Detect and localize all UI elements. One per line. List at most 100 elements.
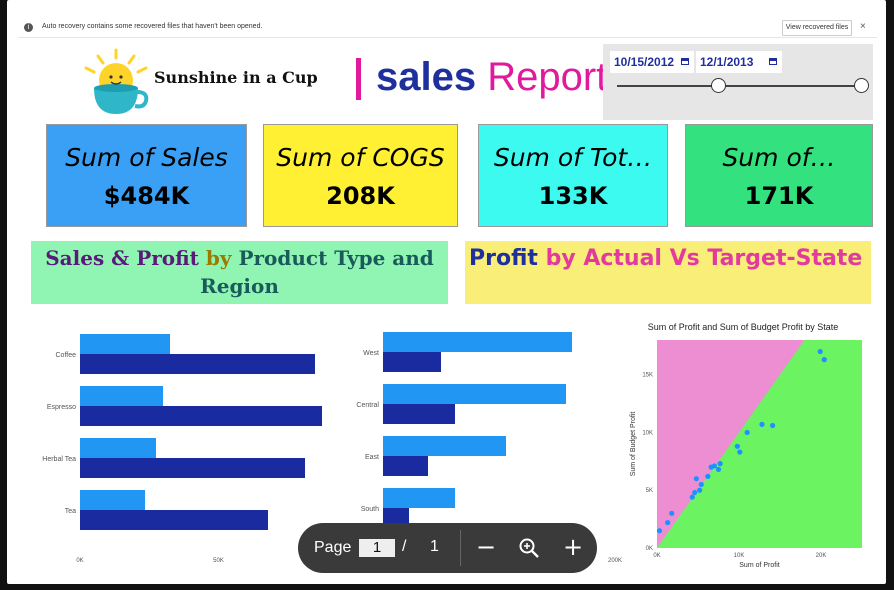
y-tick-label: 5K xyxy=(646,488,653,494)
data-point xyxy=(821,357,827,363)
page-separator: / xyxy=(402,538,407,555)
kpi-card-total: Sum of Tot… 133K xyxy=(478,124,668,227)
bar xyxy=(80,438,156,458)
start-date-input[interactable]: 10/15/2012 xyxy=(610,51,694,73)
page-label: Page xyxy=(314,539,352,556)
data-point xyxy=(665,519,671,526)
title-part2: Report xyxy=(487,55,608,99)
data-point xyxy=(734,443,740,449)
section-header-actual-vs-target: Profit by Actual Vs Target-State xyxy=(465,241,871,304)
end-date-value: 12/1/2013 xyxy=(700,55,754,69)
y-tick-label: 0K xyxy=(646,546,653,552)
category-label: Espresso xyxy=(46,404,76,411)
data-point xyxy=(705,473,711,479)
data-point xyxy=(697,487,703,493)
data-point xyxy=(744,429,750,436)
category-label: South xyxy=(360,506,379,513)
divider xyxy=(460,530,461,566)
kpi-value: 171K xyxy=(744,182,814,210)
bar xyxy=(383,404,455,424)
bar xyxy=(383,352,441,372)
y-axis-title: Sum of Budget Profit xyxy=(630,412,637,477)
bar xyxy=(383,384,567,404)
current-page-input[interactable]: 1 xyxy=(359,539,395,557)
date-slider-track[interactable] xyxy=(617,85,861,87)
bar xyxy=(80,406,322,426)
info-icon: i xyxy=(24,23,33,32)
kpi-value: $484K xyxy=(103,182,190,210)
date-slider-start-handle[interactable] xyxy=(711,78,726,93)
scatter-chart-profit-vs-budget: Sum of Profit and Sum of Budget Profit b… xyxy=(612,316,874,569)
y-tick-label: 15K xyxy=(642,373,653,379)
sunshine-cup-logo xyxy=(84,48,149,114)
category-label: Coffee xyxy=(55,352,77,359)
calendar-icon[interactable] xyxy=(681,58,689,65)
category-label: Tea xyxy=(64,508,76,515)
kpi-card-profit: Sum of… 171K xyxy=(685,124,873,227)
data-point xyxy=(711,463,717,469)
header-part2: by xyxy=(205,246,232,270)
title-accent-bar xyxy=(356,58,361,100)
zoom-fit-button[interactable] xyxy=(512,531,546,565)
brand-name: Sunshine in a Cup xyxy=(154,68,318,87)
bar xyxy=(383,488,455,508)
data-point xyxy=(817,348,823,355)
data-point xyxy=(689,494,695,500)
category-label: Herbal Tea xyxy=(42,456,76,463)
x-tick-label: 10K xyxy=(734,553,745,559)
kpi-label: Sum of… xyxy=(722,143,836,172)
total-pages: 1 xyxy=(430,538,439,555)
section-header-product-region: Sales & Profit by Product Type and Regio… xyxy=(31,241,448,304)
x-tick-label: 20K xyxy=(816,553,827,559)
kpi-value: 208K xyxy=(326,182,395,210)
y-tick-label: 10K xyxy=(642,430,653,436)
kpi-value: 133K xyxy=(538,182,608,210)
bar xyxy=(80,458,306,478)
date-slider-end-handle[interactable] xyxy=(854,78,869,93)
data-point xyxy=(759,421,765,427)
start-date-value: 10/15/2012 xyxy=(614,55,675,69)
chart-title: Sum of Profit and Sum of Budget Profit b… xyxy=(647,322,839,332)
bar xyxy=(80,334,171,354)
bar xyxy=(80,490,145,510)
header-part1: Sales & Profit xyxy=(45,246,199,270)
bar xyxy=(80,510,269,530)
notification-message: Auto recovery contains some recovered fi… xyxy=(42,23,263,30)
x-axis-title: Sum of Profit xyxy=(739,562,780,568)
data-point xyxy=(692,489,698,496)
category-label: East xyxy=(364,454,379,461)
kpi-label: Sum of Sales xyxy=(65,143,228,172)
zoom-in-button[interactable]: + xyxy=(556,531,590,565)
page-navigator: Page 1 / 1 − + xyxy=(298,523,597,573)
kpi-label: Sum of Tot… xyxy=(493,143,653,172)
date-range-slicer: 10/15/2012 12/1/2013 xyxy=(603,44,873,120)
bar xyxy=(383,436,506,456)
zoom-out-button[interactable]: − xyxy=(469,531,503,565)
bar xyxy=(80,354,315,374)
calendar-icon[interactable] xyxy=(769,58,777,65)
data-point xyxy=(698,481,704,488)
recovery-notification: i Auto recovery contains some recovered … xyxy=(18,19,877,38)
category-label: Central xyxy=(356,402,379,409)
view-recovered-files-button[interactable]: View recovered files xyxy=(782,20,852,36)
data-point xyxy=(669,510,675,516)
data-point xyxy=(717,461,723,467)
category-label: West xyxy=(363,350,379,357)
kpi-card-cogs: Sum of COGS 208K xyxy=(263,124,458,227)
kpi-label: Sum of COGS xyxy=(276,143,445,172)
x-tick-label: 0K xyxy=(76,558,84,564)
header-part1: Profit xyxy=(469,246,538,271)
title-part1: sales xyxy=(376,55,477,99)
bar xyxy=(383,456,429,476)
bar xyxy=(383,332,573,352)
data-point xyxy=(656,528,663,534)
data-point xyxy=(737,449,743,455)
x-tick-label: 0K xyxy=(653,553,660,559)
report-title: sales Report xyxy=(376,53,607,101)
header-part3: Product Type and Region xyxy=(200,246,434,298)
magnifier-icon xyxy=(519,538,539,558)
data-point xyxy=(770,422,776,429)
end-date-input[interactable]: 12/1/2013 xyxy=(696,51,782,73)
close-icon[interactable]: × xyxy=(860,21,866,32)
data-point xyxy=(693,476,699,482)
